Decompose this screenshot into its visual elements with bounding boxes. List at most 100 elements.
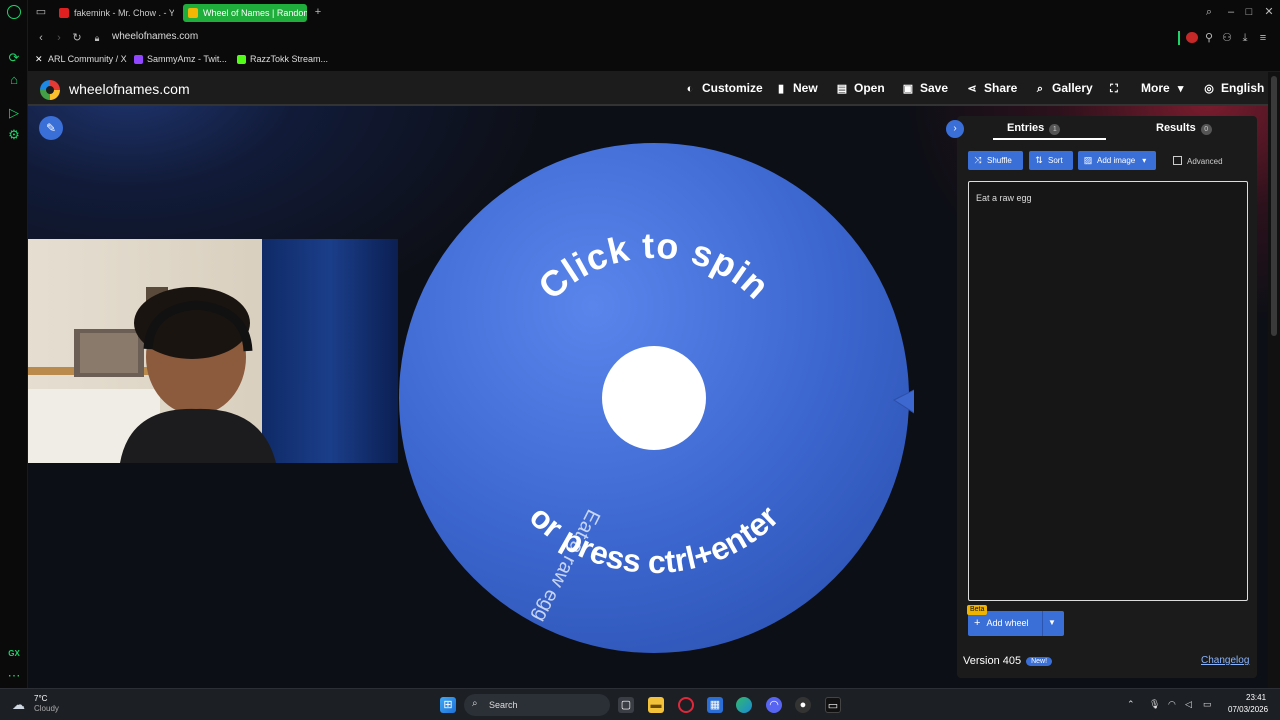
advanced-checkbox[interactable]: Advanced — [1173, 156, 1223, 166]
bookmark-label: ARL Community / X — [48, 54, 127, 64]
tab-label: Wheel of Names | Random — [203, 8, 307, 18]
save-button[interactable]: ▣ Save — [901, 81, 948, 95]
chevron-down-icon: ▾ — [1142, 156, 1147, 165]
bookmark-razztokk[interactable]: RazzTokk Stream... — [237, 54, 328, 64]
clock-date[interactable]: 07/03/2026 — [1228, 705, 1268, 714]
store-icon[interactable]: ▦ — [707, 697, 723, 713]
tab-label: fakemink - Mr. Chow . - Yo — [74, 8, 174, 18]
active-tab-indicator — [993, 138, 1106, 140]
site-logo-text[interactable]: wheelofnames.com — [69, 81, 190, 97]
gx-label[interactable]: GX — [6, 646, 22, 662]
language-button[interactable]: ◎ English — [1202, 81, 1264, 95]
kick-logo-icon — [237, 55, 246, 64]
x-logo-icon: ✕ — [35, 54, 43, 64]
nav-label: New — [793, 81, 818, 95]
changelog-link[interactable]: Changelog — [1201, 655, 1249, 666]
bookmark-arl-community[interactable]: ✕ ARL Community / X — [35, 54, 127, 64]
terminal-icon[interactable]: ▭ — [825, 697, 841, 713]
refresh-sidebar-icon[interactable]: ⟳ — [6, 50, 22, 66]
webcam-feed — [28, 239, 398, 463]
entries-panel: › Entries 1 Results 0 ⤨ Shuffle ⇅ Sort ▨ Add … — [946, 116, 1257, 678]
new-button[interactable]: ▮ New — [774, 81, 818, 95]
globe-icon: ◎ — [1204, 83, 1214, 95]
volume-icon[interactable]: ◁ — [1185, 699, 1192, 710]
download-icon[interactable]: ⤓ — [1238, 31, 1252, 45]
add-image-button[interactable]: ▨ Add image ▾ — [1078, 151, 1156, 170]
microphone-icon[interactable]: 🎙︎ — [1149, 699, 1160, 710]
gallery-button[interactable]: ⌕ Gallery — [1033, 81, 1093, 96]
close-icon[interactable]: ✕ — [1262, 5, 1276, 19]
folder-icon: ▤ — [836, 83, 848, 95]
search-icon: ⌕ — [1036, 83, 1044, 95]
bookmarks-bar: ✕ ARL Community / X SammyAmz - Twit... R… — [28, 50, 1280, 72]
back-icon[interactable]: ‹ — [34, 31, 48, 45]
shuffle-button[interactable]: ⤨ Shuffle — [968, 151, 1023, 170]
more-dots-icon[interactable]: ⋯ — [6, 668, 22, 684]
tab-entries[interactable]: Entries 1 — [1007, 122, 1061, 135]
wheel-favicon-icon — [188, 8, 198, 18]
adblock-icon[interactable] — [1186, 32, 1198, 43]
page-scrollbar[interactable] — [1268, 72, 1280, 688]
cloud-icon[interactable]: ☁ — [12, 697, 28, 712]
nav-label: Open — [854, 81, 885, 95]
extensions-icon[interactable]: ⚲ — [1202, 31, 1216, 45]
entries-textarea[interactable]: Eat a raw egg — [968, 181, 1248, 601]
wheel-logo-icon[interactable] — [40, 80, 60, 100]
url-field[interactable]: wheelofnames.com — [112, 31, 198, 42]
tab-entries-label: Entries — [1007, 122, 1045, 134]
taskbar-search[interactable]: ⌕ Search — [464, 694, 610, 716]
file-icon: ▮ — [777, 83, 785, 95]
collapse-panel-button[interactable]: › — [946, 120, 964, 138]
opera-gx-icon[interactable] — [678, 697, 694, 713]
maximize-icon[interactable]: □ — [1242, 5, 1256, 19]
sort-button[interactable]: ⇅ Sort — [1029, 151, 1073, 170]
tab-youtube[interactable]: fakemink - Mr. Chow . - Yo — [54, 4, 174, 22]
scrollbar-thumb[interactable] — [1271, 76, 1277, 336]
bookmark-label: RazzTokk Stream... — [250, 54, 329, 64]
advanced-label: Advanced — [1187, 157, 1223, 166]
discord-icon[interactable]: ◠ — [766, 697, 782, 713]
browser-menu-icon[interactable]: ≡ — [1256, 31, 1270, 45]
tab-results[interactable]: Results 0 — [1156, 122, 1212, 135]
profile-icon[interactable]: ⚇ — [1220, 31, 1234, 45]
reload-icon[interactable]: ↻ — [70, 31, 84, 45]
bookmark-sammyamz[interactable]: SammyAmz - Twit... — [134, 54, 227, 64]
chevron-down-icon[interactable]: ▼ — [1048, 618, 1056, 627]
new-tab-button[interactable]: + — [311, 5, 325, 19]
task-view-icon[interactable]: ▢ — [618, 697, 634, 713]
lock-icon[interactable]: 🔒︎ — [90, 31, 104, 45]
opera-logo-icon[interactable] — [7, 5, 21, 19]
clock-time[interactable]: 23:41 — [1246, 693, 1266, 702]
obs-icon[interactable]: ● — [795, 697, 811, 713]
customize-button[interactable]: ◐ Customize — [683, 81, 763, 95]
edge-icon[interactable] — [736, 697, 752, 713]
forward-icon[interactable]: › — [52, 31, 66, 45]
entries-count-badge: 1 — [1049, 124, 1061, 135]
more-button[interactable]: More ▾ — [1141, 81, 1188, 95]
tab-wheel-of-names[interactable]: Wheel of Names | Random — [183, 4, 307, 22]
weather-temperature[interactable]: 7°C — [34, 694, 47, 703]
wifi-icon[interactable]: ◠ — [1168, 699, 1176, 710]
add-wheel-text: Add wheel — [986, 618, 1029, 628]
image-icon: ▨ — [1083, 155, 1093, 165]
start-icon[interactable]: ⊞ — [440, 697, 456, 713]
search-tabs-icon[interactable]: ⌕ — [1202, 5, 1216, 19]
wheel[interactable]: Eat a raw egg Click to spin or press ctr… — [394, 138, 914, 658]
open-button[interactable]: ▤ Open — [835, 81, 885, 95]
minimize-icon[interactable]: – — [1224, 5, 1238, 19]
battery-icon[interactable]: ▭ — [1203, 699, 1212, 710]
edit-wheel-button[interactable]: ✎ — [39, 116, 63, 140]
fullscreen-button[interactable]: ⛶ — [1107, 81, 1126, 96]
wheel-center-button[interactable] — [602, 346, 706, 450]
weather-description[interactable]: Cloudy — [34, 704, 59, 713]
beta-badge: Beta — [967, 605, 988, 615]
sort-label: Sort — [1048, 156, 1063, 165]
settings-icon[interactable]: ⚙ — [6, 127, 22, 143]
play-icon[interactable]: ▷ — [6, 105, 22, 121]
share-icon: ⋖ — [967, 83, 977, 95]
tray-overflow-icon[interactable]: ⌃ — [1127, 699, 1135, 710]
share-button[interactable]: ⋖ Share — [965, 81, 1017, 95]
bag-icon[interactable]: ⌂ — [6, 72, 22, 88]
file-explorer-icon[interactable]: ▬ — [648, 697, 664, 713]
tab-menu-icon[interactable]: ▭ — [34, 5, 48, 19]
